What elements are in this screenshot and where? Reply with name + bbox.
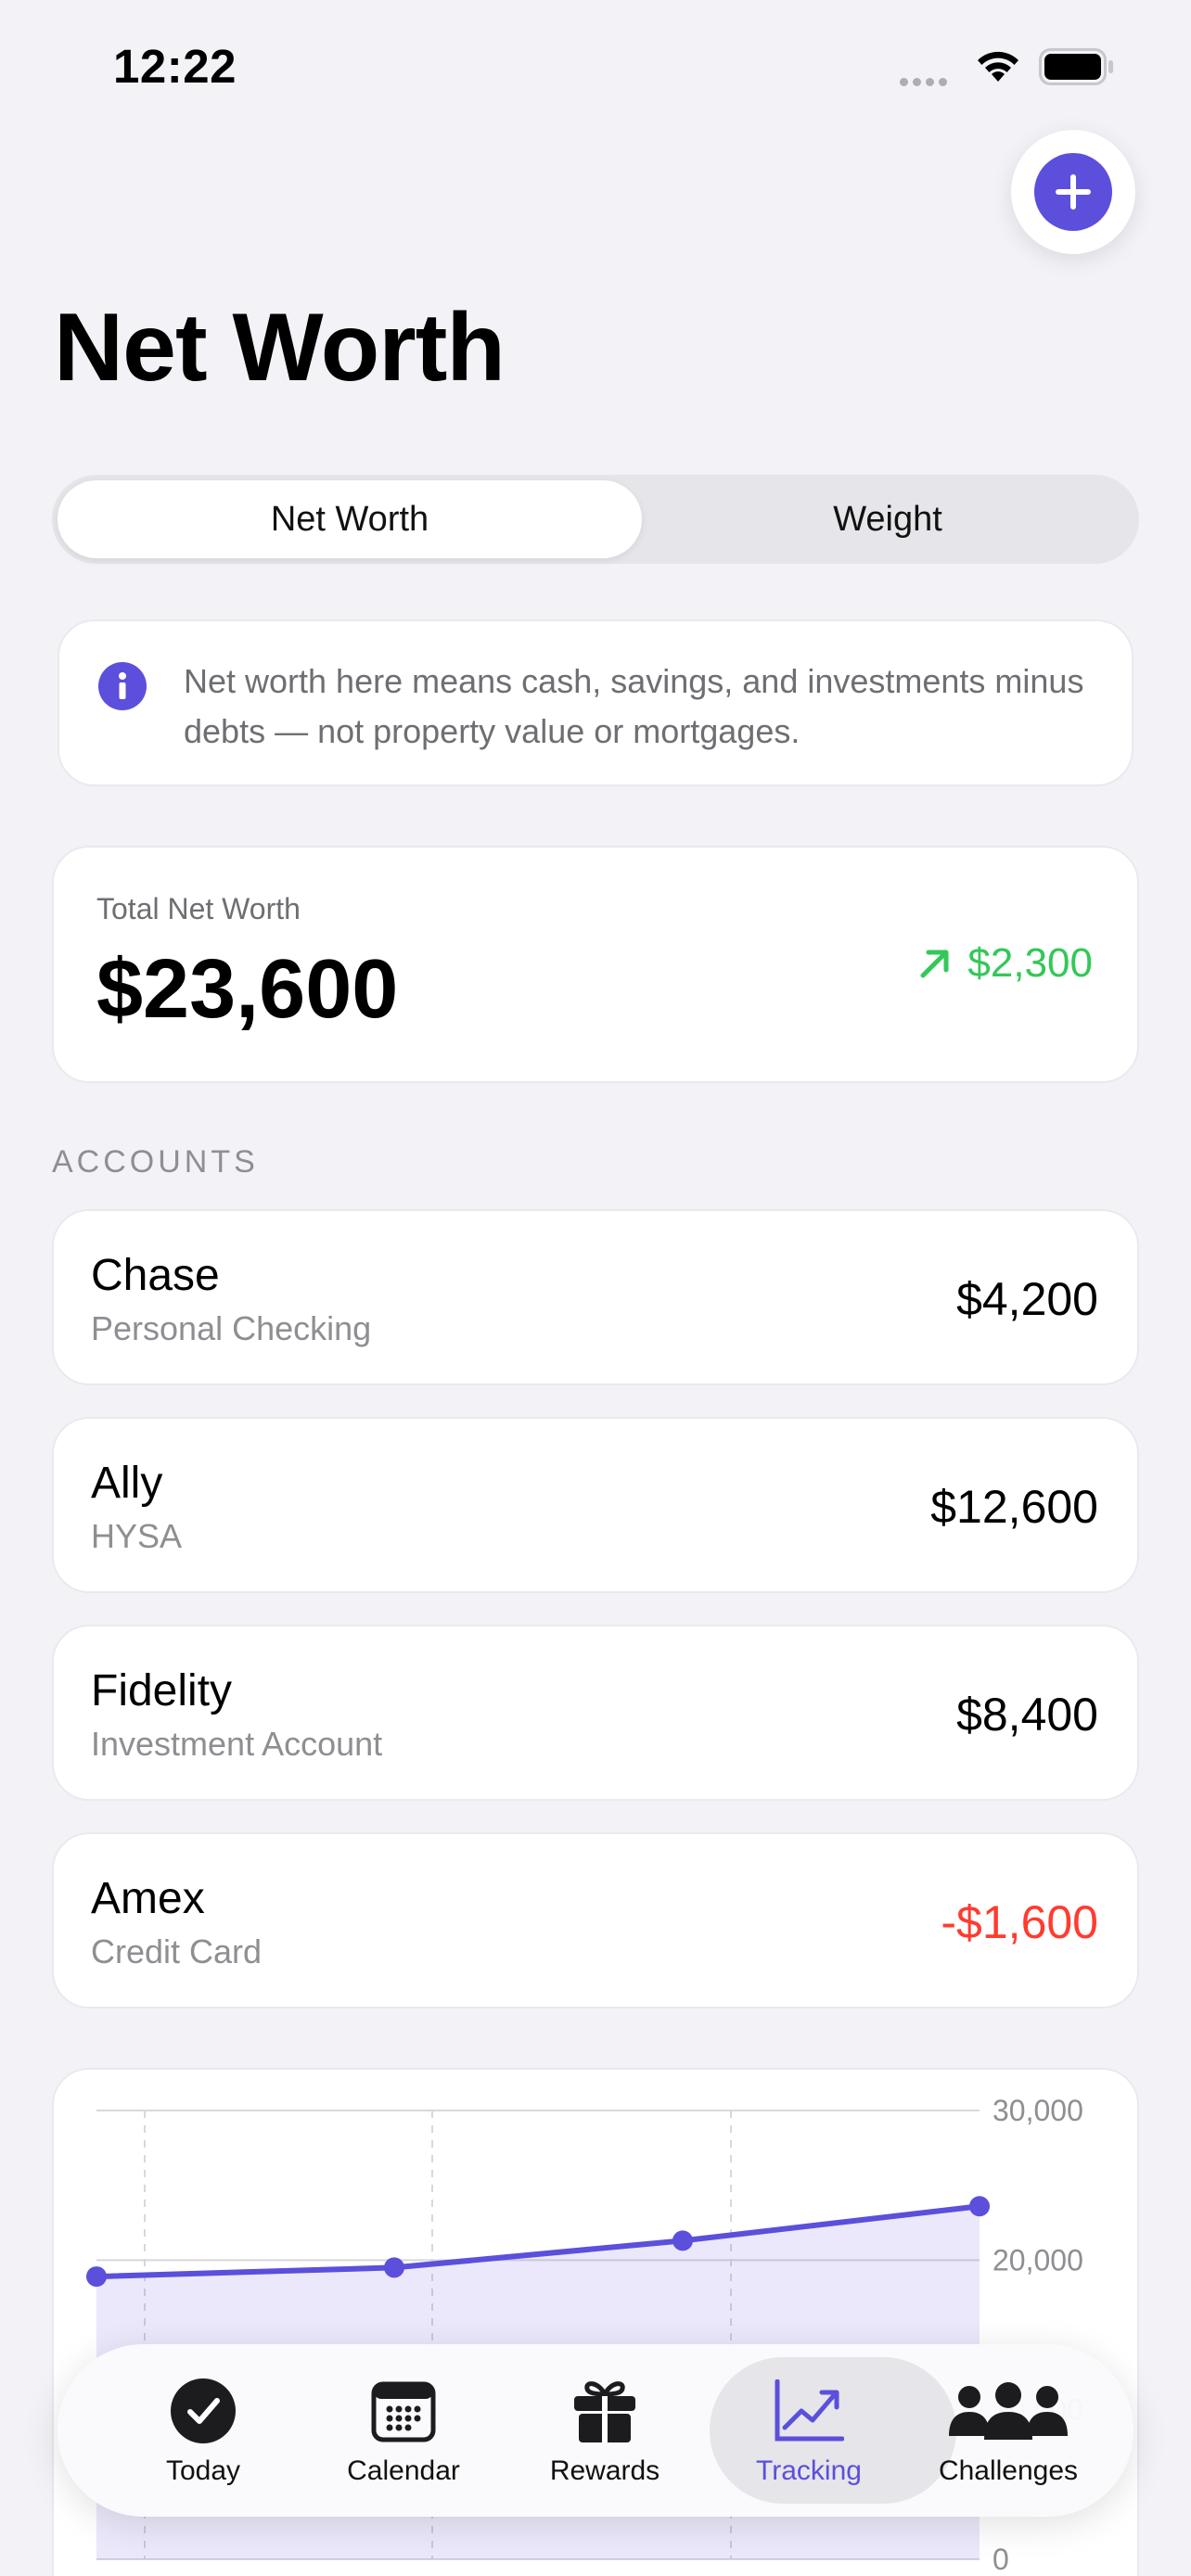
tab-tracking[interactable]: Tracking xyxy=(710,2344,956,2517)
account-balance: $12,600 xyxy=(930,1481,1098,1533)
account-balance: -$1,600 xyxy=(941,1896,1098,1948)
add-button[interactable] xyxy=(1011,130,1135,254)
account-balance: $4,200 xyxy=(956,1273,1098,1325)
battery-icon xyxy=(1039,48,1113,85)
account-type: Investment Account xyxy=(91,1725,383,1763)
accounts-header: ACCOUNTS xyxy=(52,1144,259,1180)
account-type: HYSA xyxy=(91,1517,183,1555)
tab-bar: Today Calendar Rewards Tracking Challeng… xyxy=(58,2344,1133,2517)
tab-label: Challenges xyxy=(938,2455,1079,2486)
tab-label: Tracking xyxy=(756,2455,862,2486)
plus-icon xyxy=(1034,153,1112,231)
tab-today[interactable]: Today xyxy=(106,2344,301,2517)
account-row[interactable]: Chase Personal Checking $4,200 xyxy=(52,1209,1139,1385)
status-time: 12:22 xyxy=(113,40,237,93)
page-title: Net Worth xyxy=(54,294,506,402)
y-tick-label: 30,000 xyxy=(992,2094,1083,2127)
account-name: Fidelity xyxy=(91,1666,233,1715)
tab-calendar[interactable]: Calendar xyxy=(306,2344,501,2517)
info-icon xyxy=(98,662,147,710)
total-value: $23,600 xyxy=(96,943,399,1036)
tab-challenges[interactable]: Challenges xyxy=(911,2344,1106,2517)
account-balance: $8,400 xyxy=(956,1689,1098,1741)
signal-dots-icon xyxy=(900,74,955,86)
tab-label: Calendar xyxy=(347,2455,460,2486)
account-name: Amex xyxy=(91,1874,205,1923)
segment-net-worth[interactable]: Net Worth xyxy=(58,480,642,558)
arrow-up-right-icon xyxy=(920,950,949,978)
data-point xyxy=(86,2266,107,2288)
account-row[interactable]: Fidelity Investment Account $8,400 xyxy=(52,1625,1139,1801)
y-tick-label: 20,000 xyxy=(992,2243,1083,2276)
chart-line-uptrend-icon xyxy=(774,2376,844,2446)
segment-weight[interactable]: Weight xyxy=(642,480,1133,558)
people-group-icon xyxy=(947,2376,1069,2446)
wifi-icon xyxy=(978,51,1018,82)
info-text: Net worth here means cash, savings, and … xyxy=(184,662,1084,750)
status-bar: 12:22 xyxy=(0,0,1191,130)
segmented-control: Net Worth Weight xyxy=(52,475,1139,564)
total-net-worth-card: Total Net Worth $23,600 $2,300 xyxy=(52,846,1139,1083)
total-change-value: $2,300 xyxy=(967,940,1093,986)
tab-label: Today xyxy=(165,2455,241,2486)
info-card: Net worth here means cash, savings, and … xyxy=(58,619,1133,786)
data-point xyxy=(384,2257,404,2278)
account-name: Ally xyxy=(91,1459,163,1508)
calendar-icon xyxy=(371,2376,436,2446)
account-type: Personal Checking xyxy=(91,1309,372,1347)
account-row[interactable]: Ally HYSA $12,600 xyxy=(52,1417,1139,1593)
data-point xyxy=(672,2230,693,2251)
account-name: Chase xyxy=(91,1251,220,1300)
total-change: $2,300 xyxy=(917,940,1093,987)
y-tick-label: 0 xyxy=(992,2543,1009,2576)
tab-label: Rewards xyxy=(549,2455,660,2486)
gift-icon xyxy=(572,2376,637,2446)
data-point xyxy=(969,2196,990,2217)
tab-rewards[interactable]: Rewards xyxy=(507,2344,702,2517)
checkmark-circle-icon xyxy=(170,2376,237,2446)
account-type: Credit Card xyxy=(91,1932,263,1970)
account-row[interactable]: Amex Credit Card -$1,600 xyxy=(52,1832,1139,2009)
total-label: Total Net Worth xyxy=(96,892,301,925)
